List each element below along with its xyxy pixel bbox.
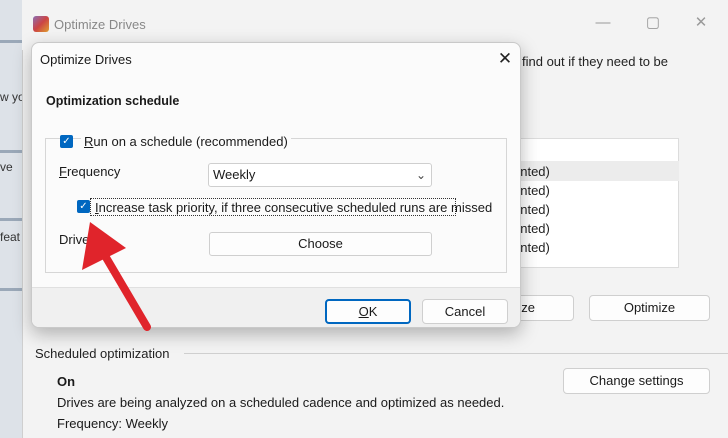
access-key: O <box>358 304 369 319</box>
maximize-icon[interactable]: ▢ <box>640 10 666 36</box>
divider <box>184 353 728 354</box>
drives-label: Drives <box>59 232 96 247</box>
run-on-schedule-checkbox[interactable]: ✓ <box>60 135 73 148</box>
close-icon[interactable]: ✕ <box>492 46 518 72</box>
dialog-heading: Optimization schedule <box>46 94 180 108</box>
label-text: un on a schedule (recommended) <box>93 134 288 149</box>
strip-divider <box>0 150 22 153</box>
close-icon[interactable]: ✕ <box>688 10 714 36</box>
strip-divider <box>0 288 22 291</box>
schedule-frequency: Frequency: Weekly <box>57 416 169 431</box>
scheduled-optimization-heading: Scheduled optimization <box>35 346 170 361</box>
ok-button[interactable]: OK <box>325 299 411 324</box>
optimization-schedule-dialog: Optimize Drives ✕ Optimization schedule … <box>31 42 521 328</box>
window-description: find out if they need to be <box>522 54 668 69</box>
strip-text: w yo <box>0 90 25 104</box>
access-key: R <box>84 134 94 149</box>
chevron-down-icon[interactable]: ⌄ <box>416 163 426 187</box>
access-key: F <box>59 164 67 179</box>
schedule-status: On <box>57 374 76 389</box>
defrag-app-icon <box>33 16 49 32</box>
increase-priority-label[interactable]: Increase task priority, if three consecu… <box>95 200 492 215</box>
strip-divider <box>0 40 22 43</box>
strip-text: ve <box>0 160 13 174</box>
frequency-dropdown[interactable]: Weekly <box>208 163 432 187</box>
dialog-title: Optimize Drives <box>40 52 132 67</box>
change-settings-button[interactable]: Change settings <box>563 368 710 394</box>
increase-priority-checkbox[interactable]: ✓ <box>77 200 90 213</box>
optimize-button[interactable]: Optimize <box>589 295 710 321</box>
choose-drives-button[interactable]: Choose <box>209 232 432 256</box>
cancel-button[interactable]: Cancel <box>422 299 508 324</box>
frequency-label: Frequency <box>59 164 120 179</box>
label-text: ncrease task priority, if three consecut… <box>98 200 493 215</box>
run-on-schedule-label[interactable]: Run on a schedule (recommended) <box>81 134 291 149</box>
strip-divider <box>0 218 22 221</box>
schedule-description: Drives are being analyzed on a scheduled… <box>57 395 505 410</box>
strip-text: feat <box>0 230 21 244</box>
label-text: K <box>368 304 378 319</box>
minimize-icon[interactable]: — <box>590 10 616 36</box>
label-text: requency <box>66 164 121 179</box>
window-title: Optimize Drives <box>54 17 146 32</box>
